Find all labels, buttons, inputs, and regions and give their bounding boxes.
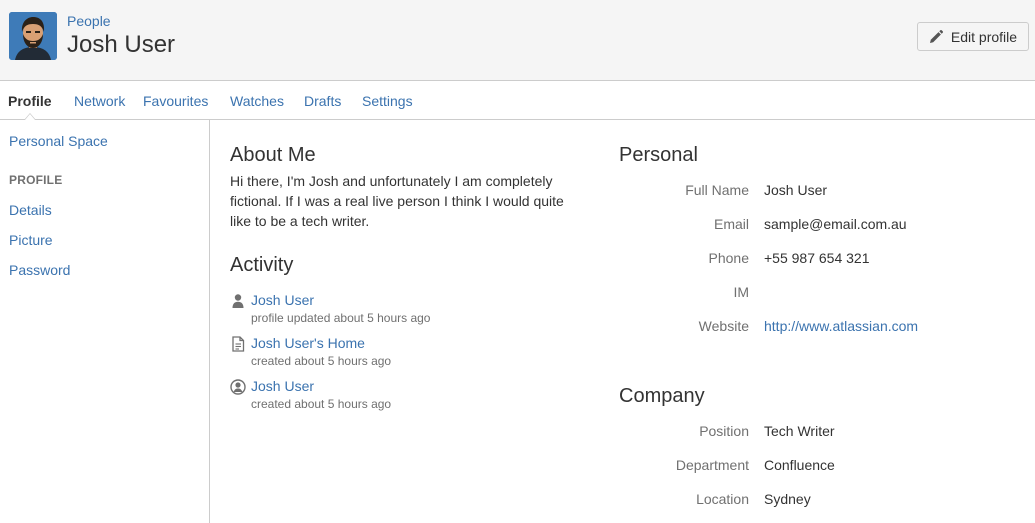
- edit-profile-label: Edit profile: [950, 28, 1018, 45]
- about-me-heading: About Me: [230, 144, 316, 166]
- user-icon: [232, 294, 244, 308]
- active-tab-caret: [24, 113, 36, 120]
- page-icon: [232, 336, 245, 352]
- activity-meta: created about 5 hours ago: [251, 354, 392, 368]
- tab-network[interactable]: Network: [74, 93, 125, 109]
- field-label-position: Position: [699, 423, 749, 439]
- personal-heading: Personal: [619, 144, 698, 166]
- activity-meta: created about 5 hours ago: [251, 397, 392, 411]
- pencil-icon: [929, 29, 943, 43]
- profile-tabs: Profile Network Favourites Watches Draft…: [0, 81, 1035, 120]
- page-title: Josh User: [67, 31, 176, 58]
- sidebar-item-picture[interactable]: Picture: [9, 232, 53, 248]
- activity-meta: profile updated about 5 hours ago: [251, 311, 431, 325]
- tab-settings[interactable]: Settings: [362, 93, 413, 109]
- breadcrumb-people[interactable]: People: [67, 13, 111, 29]
- field-value-full-name: Josh User: [764, 182, 828, 198]
- activity-link[interactable]: Josh User: [251, 292, 314, 308]
- company-heading: Company: [619, 385, 705, 407]
- activity-link[interactable]: Josh User: [251, 378, 314, 394]
- field-value-position: Tech Writer: [764, 423, 835, 439]
- activity-link[interactable]: Josh User's Home: [251, 335, 365, 351]
- tab-favourites[interactable]: Favourites: [143, 93, 208, 109]
- user-circle-icon: [230, 379, 246, 395]
- sidebar-item-personal-space[interactable]: Personal Space: [9, 133, 108, 149]
- field-value-department: Confluence: [764, 457, 835, 473]
- avatar-image: [9, 12, 57, 60]
- sidebar-item-password[interactable]: Password: [9, 262, 70, 278]
- field-label-website: Website: [698, 318, 749, 334]
- field-label-location: Location: [696, 491, 749, 507]
- field-value-email: sample@email.com.au: [764, 216, 907, 232]
- activity-heading: Activity: [230, 254, 294, 276]
- field-value-location: Sydney: [764, 491, 811, 507]
- field-label-department: Department: [675, 457, 749, 473]
- tab-drafts[interactable]: Drafts: [304, 93, 341, 109]
- profile-header: People Josh User Edit profile: [0, 0, 1035, 81]
- tab-watches[interactable]: Watches: [230, 93, 284, 109]
- about-me-text: Hi there, I'm Josh and unfortunately I a…: [230, 173, 564, 229]
- edit-profile-button[interactable]: Edit profile: [917, 22, 1029, 51]
- field-label-phone: Phone: [708, 250, 749, 266]
- avatar[interactable]: [9, 12, 57, 60]
- field-label-full-name: Full Name: [685, 182, 749, 198]
- field-label-im: IM: [733, 284, 749, 300]
- sidebar-item-details[interactable]: Details: [9, 202, 52, 218]
- website-link[interactable]: http://www.atlassian.com: [764, 318, 918, 334]
- field-label-email: Email: [713, 216, 749, 232]
- field-value-phone: +55 987 654 321: [764, 250, 870, 266]
- sidebar-heading-profile: PROFILE: [9, 173, 63, 187]
- tab-profile[interactable]: Profile: [8, 93, 52, 109]
- sidebar: Personal Space PROFILE Details Picture P…: [0, 120, 210, 523]
